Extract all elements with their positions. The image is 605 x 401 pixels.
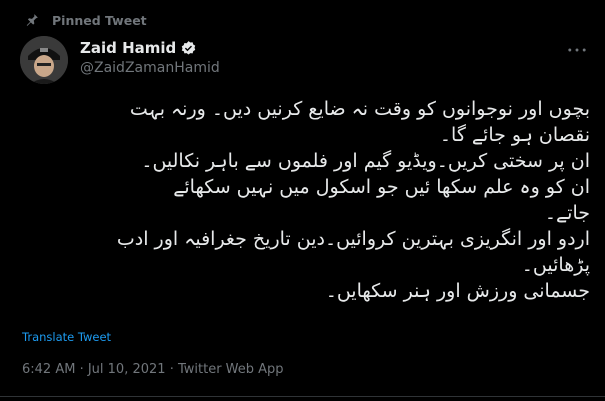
divider [0, 396, 605, 397]
tweet-line: نقصان ہو جائے گا۔ [439, 124, 590, 146]
tweet-line: ان کو وہ علم سکھا ئیں جو اسکول میں نہیں … [173, 176, 590, 198]
tweet-time[interactable]: 6:42 AM [22, 362, 75, 377]
pinned-tweet[interactable]: Pinned Tweet Zaid Hamid @ZaidZamanHamid [0, 0, 605, 401]
meta-separator: · [75, 362, 88, 377]
tweet-text: بچوں اور نوجوانوں کو وقت نہ ضایع کرنیں د… [18, 96, 590, 304]
tweet-line: جاتے۔ [544, 202, 590, 224]
translate-tweet-link[interactable]: Translate Tweet [22, 330, 111, 344]
avatar[interactable] [20, 36, 68, 84]
tweet-date[interactable]: Jul 10, 2021 [88, 362, 166, 377]
tweet-line: بچوں اور نوجوانوں کو وقت نہ ضایع کرنیں د… [129, 98, 590, 120]
pin-icon [25, 13, 39, 27]
tweet-line: اردو اور انگریزی بہترین کروائیں۔دین تاری… [116, 228, 590, 250]
more-options-icon[interactable] [567, 42, 587, 58]
author-handle[interactable]: @ZaidZamanHamid [80, 60, 220, 76]
meta-separator: · [165, 362, 178, 377]
tweet-line: پڑھائیں۔ [521, 254, 590, 276]
pinned-label: Pinned Tweet [52, 12, 147, 28]
pinned-indicator: Pinned Tweet [25, 10, 147, 30]
tweet-line: ان پر سختی کریں۔ویڈیو گیم اور فلموں سے ب… [141, 150, 590, 172]
verified-badge-icon [180, 40, 197, 57]
tweet-line: جسمانی ورزش اور ہنر سکھایں۔ [325, 280, 590, 302]
author-name[interactable]: Zaid Hamid [80, 39, 176, 57]
tweet-metadata: 6:42 AM · Jul 10, 2021 · Twitter Web App [22, 362, 284, 377]
tweet-source[interactable]: Twitter Web App [178, 362, 284, 377]
